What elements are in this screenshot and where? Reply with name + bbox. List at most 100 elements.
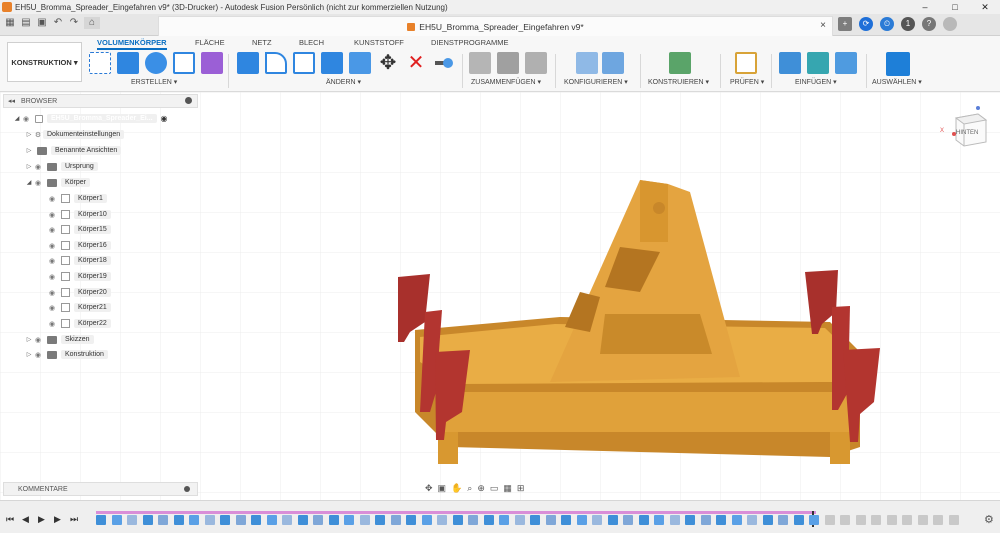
timeline-feature-icon[interactable] [483, 515, 494, 525]
expand-arrow-icon[interactable]: ▷ [25, 351, 33, 358]
timeline-feature-icon[interactable] [747, 515, 757, 525]
3d-viewport[interactable] [0, 92, 1000, 500]
timeline-feature-icon[interactable] [359, 515, 370, 525]
home-icon[interactable]: ⌂ [84, 17, 100, 29]
insert-derive-icon[interactable] [779, 52, 801, 74]
tab-netz[interactable]: NETZ [252, 38, 272, 47]
timeline-feature-icon[interactable] [499, 515, 509, 525]
group-erstellen[interactable]: ERSTELLEN ▾ [131, 78, 177, 86]
timeline-feature-icon[interactable] [638, 515, 649, 525]
timeline-feature-icon[interactable] [452, 515, 463, 525]
timeline-feature-icon[interactable] [840, 515, 850, 525]
go-to-end-icon[interactable]: ⏭ [70, 514, 78, 525]
step-back-icon[interactable]: ◀ [22, 514, 29, 525]
visibility-eye-icon[interactable]: ◉ [21, 115, 31, 123]
expand-arrow-icon[interactable]: ▷ [25, 336, 33, 343]
timeline-settings-icon[interactable]: ⚙ [984, 513, 994, 526]
insert-mesh-icon[interactable] [807, 52, 829, 74]
expand-arrow-icon[interactable]: ◢ [13, 115, 21, 122]
as-built-joint-icon[interactable] [497, 52, 519, 74]
activate-radio-icon[interactable]: ◉ [161, 114, 168, 123]
close-tab-icon[interactable]: × [820, 20, 826, 31]
group-aendern[interactable]: ÄNDERN ▾ [326, 78, 361, 86]
timeline-feature-icon[interactable] [328, 515, 339, 525]
timeline-feature-icon[interactable] [173, 515, 184, 525]
visibility-eye-icon[interactable]: ◉ [47, 242, 57, 250]
tree-item-koerper[interactable]: ◢ ◉ Körper [25, 176, 91, 189]
timeline-feature-icon[interactable] [127, 515, 137, 525]
visibility-eye-icon[interactable]: ◉ [47, 211, 57, 219]
tree-item-body[interactable]: ◉ Körper16 [47, 239, 111, 252]
redo-icon[interactable]: ↷ [68, 17, 80, 29]
visibility-eye-icon[interactable]: ◉ [47, 257, 57, 265]
offset-plane-icon[interactable] [669, 52, 691, 74]
expand-arrow-icon[interactable]: ▷ [25, 147, 33, 154]
timeline-feature-icon[interactable] [111, 515, 122, 525]
new-tab-icon[interactable]: + [838, 17, 852, 31]
timeline-feature-icon[interactable] [142, 515, 153, 525]
tree-item-skizzen[interactable]: ▷ ◉ Skizzen [25, 333, 94, 346]
timeline-feature-icon[interactable] [96, 515, 106, 525]
configure-table-icon[interactable] [602, 52, 624, 74]
group-zusammenfuegen[interactable]: ZUSAMMENFÜGEN ▾ [471, 78, 541, 86]
group-pruefen[interactable]: PRÜFEN ▾ [730, 78, 764, 86]
timeline-feature-icon[interactable] [731, 515, 742, 525]
close-window-button[interactable]: ✕ [970, 2, 1000, 13]
timeline-feature-icon[interactable] [282, 515, 292, 525]
tree-item-body[interactable]: ◉ Körper21 [47, 301, 111, 314]
motion-link-icon[interactable] [525, 52, 547, 74]
joint-icon[interactable] [469, 52, 491, 74]
avatar[interactable] [943, 17, 957, 31]
timeline-feature-icon[interactable] [313, 515, 323, 525]
visibility-eye-icon[interactable]: ◉ [47, 226, 57, 234]
timeline-feature-icon[interactable] [948, 515, 959, 525]
tab-volumenkoerper[interactable]: VOLUMENKÖRPER [97, 38, 167, 50]
timeline-feature-icon[interactable] [561, 515, 571, 525]
expand-arrow-icon[interactable]: ◢ [25, 179, 33, 186]
visibility-eye-icon[interactable]: ◉ [47, 304, 57, 312]
timeline-feature-icon[interactable] [545, 515, 556, 525]
timeline-feature-icon[interactable] [654, 515, 664, 525]
timeline-feature-icon[interactable] [700, 515, 711, 525]
display-settings-icon[interactable]: ▭ [490, 483, 499, 494]
maximize-button[interactable]: □ [940, 2, 970, 12]
scale-icon[interactable] [349, 52, 371, 74]
tree-item-konstruktion[interactable]: ▷ ◉ Konstruktion [25, 348, 108, 361]
comments-panel[interactable]: KOMMENTARE [3, 482, 198, 496]
timeline-feature-icon[interactable] [189, 515, 199, 525]
browser-header[interactable]: ◂◂ BROWSER [3, 94, 198, 108]
tree-item-dokumenteinstellungen[interactable]: ▷ ⚙ Dokumenteinstellungen [25, 128, 125, 141]
file-icon[interactable]: ▤ [20, 17, 32, 29]
pan-icon[interactable]: ✋ [451, 483, 462, 494]
fit-icon[interactable]: ⊕ [477, 483, 485, 494]
timeline-feature-icon[interactable] [855, 515, 866, 525]
grid-menu-icon[interactable]: ▦ [4, 17, 16, 29]
timeline-feature-icon[interactable] [421, 515, 432, 525]
tab-flaeche[interactable]: FLÄCHE [195, 38, 225, 47]
timeline-feature-icon[interactable] [762, 515, 773, 525]
timeline-feature-icon[interactable] [886, 515, 897, 525]
timeline-feature-icon[interactable] [917, 515, 928, 525]
timeline-feature-icon[interactable] [685, 515, 695, 525]
timeline-feature-icon[interactable] [530, 515, 540, 525]
timeline-feature-icon[interactable] [266, 515, 277, 525]
viewcube[interactable]: HINTEN X [940, 104, 988, 149]
parameters-icon[interactable] [576, 52, 598, 74]
timeline-feature-icon[interactable] [468, 515, 478, 525]
create-sketch-icon[interactable] [89, 52, 111, 74]
select-icon[interactable] [886, 52, 910, 76]
align-icon[interactable] [433, 52, 455, 74]
press-pull-icon[interactable] [237, 52, 259, 74]
timeline-feature-icon[interactable] [437, 515, 447, 525]
tree-item-benannte-ansichten[interactable]: ▷ Benannte Ansichten [25, 144, 122, 157]
expand-arrow-icon[interactable]: ▷ [25, 163, 33, 170]
visibility-eye-icon[interactable]: ◉ [33, 336, 43, 344]
create-form-icon[interactable] [201, 52, 223, 74]
tree-item-body[interactable]: ◉ Körper20 [47, 286, 111, 299]
timeline-feature-icon[interactable] [390, 515, 401, 525]
timeline-feature-icon[interactable] [778, 515, 788, 525]
tree-item-body[interactable]: ◉ Körper15 [47, 223, 111, 236]
tree-item-body[interactable]: ◉ Körper18 [47, 254, 111, 267]
visibility-eye-icon[interactable]: ◉ [33, 163, 43, 171]
step-forward-icon[interactable]: ▶ [54, 514, 61, 525]
